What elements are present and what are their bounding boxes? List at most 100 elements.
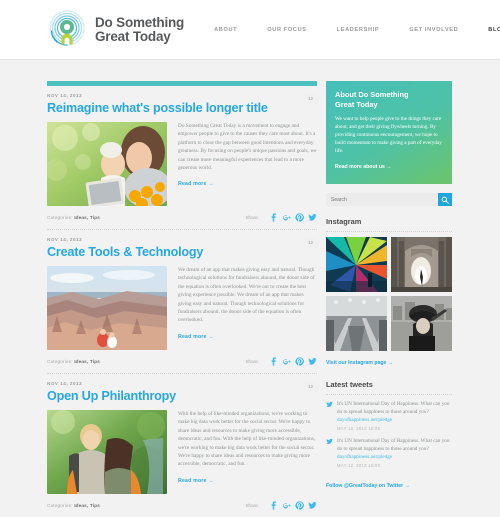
sidebar: About Do Something Great Today We want t… <box>326 60 452 517</box>
read-more-link[interactable]: Read more → <box>178 334 214 340</box>
post-date: NOV 14, 2013 <box>47 381 83 386</box>
post-item: NOV 14, 2013 12 Reimagine what's possibl… <box>47 86 317 230</box>
tweet-link[interactable]: dayofhappiness.net/pledge <box>337 454 392 460</box>
tweets-heading: Latest tweets <box>326 380 373 389</box>
post-date: NOV 14, 2013 <box>47 237 83 242</box>
share-group: Share: <box>245 357 317 366</box>
nav-item-our-focus[interactable]: OUR FOCUS <box>267 27 306 33</box>
instagram-photo[interactable] <box>326 296 387 351</box>
post-categories: Categories: Ideas, Tips <box>47 359 100 364</box>
post-excerpt: We dream of an app that makes giving eas… <box>178 267 315 324</box>
twitter-icon <box>326 438 333 444</box>
logo-line-1: Do Something <box>95 14 185 30</box>
tweet-timestamp: MAY 12, 2013 16:05 <box>337 426 381 431</box>
twitter-icon <box>326 401 333 407</box>
logo-mark-icon <box>47 9 87 50</box>
comment-count-badge[interactable]: 12 <box>304 381 317 394</box>
post-meta: Categories: Ideas, Tips Share: <box>47 501 317 510</box>
share-group: Share: <box>245 501 317 510</box>
categories-label: Categories: <box>47 503 73 508</box>
search-input[interactable] <box>326 193 438 206</box>
share-label: Share: <box>245 359 259 364</box>
post-copy: We dream of an app that makes giving eas… <box>178 266 317 350</box>
twitter-follow-link[interactable]: Follow @GreatToday on Twitter → <box>326 483 410 489</box>
post-copy: Do Something Great Today is a movement t… <box>178 122 317 206</box>
post-copy: With the help of like-minded organizatio… <box>178 410 317 494</box>
post-thumbnail[interactable] <box>47 410 167 494</box>
tweet-body: It's UN International Day of Happiness. … <box>337 401 450 415</box>
search-button[interactable] <box>438 193 452 206</box>
post-meta: Categories: Ideas, Tips Share: <box>47 213 317 222</box>
instagram-photo[interactable] <box>391 296 452 351</box>
comment-count-badge[interactable]: 12 <box>304 93 317 106</box>
share-group: Share: <box>245 213 317 222</box>
pinterest-icon[interactable] <box>295 213 304 222</box>
tweet-text: It's UN International Day of Happiness. … <box>337 437 452 461</box>
logo-line-2: Great Today <box>95 28 171 44</box>
main-nav: ABOUT OUR FOCUS LEADERSHIP GET INVOLVED … <box>214 27 500 33</box>
facebook-icon[interactable] <box>269 213 278 222</box>
about-widget: About Do Something Great Today We want t… <box>326 81 452 184</box>
post-item: NOV 14, 2013 12 Open Up Philanthropy Wit… <box>47 374 317 517</box>
about-text: We want to help people give to the thing… <box>335 116 442 154</box>
twitter-icon[interactable] <box>308 501 317 510</box>
post-thumbnail[interactable] <box>47 122 167 206</box>
nav-item-about[interactable]: ABOUT <box>214 27 237 33</box>
nav-item-blog[interactable]: BLOG <box>488 27 500 33</box>
tweet-timestamp: MAY 12, 2013 16:05 <box>337 463 381 468</box>
post-categories: Categories: Ideas, Tips <box>47 503 100 508</box>
post-title[interactable]: Create Tools & Technology <box>47 245 317 259</box>
categories-label: Categories: <box>47 359 73 364</box>
facebook-icon[interactable] <box>269 357 278 366</box>
google-plus-icon[interactable] <box>282 357 291 366</box>
google-plus-icon[interactable] <box>282 501 291 510</box>
page-content: NOV 14, 2013 12 Reimagine what's possibl… <box>0 60 500 517</box>
google-plus-icon[interactable] <box>282 213 291 222</box>
categories-value[interactable]: Ideas, Tips <box>74 215 100 220</box>
post-date: NOV 14, 2013 <box>47 93 83 98</box>
site-logo[interactable]: Do Something Great Today <box>47 9 185 50</box>
about-title-line-1: About Do Something <box>335 90 409 99</box>
comment-count-badge[interactable]: 12 <box>304 237 317 250</box>
tweet-item: It's UN International Day of Happiness. … <box>326 437 452 468</box>
twitter-icon[interactable] <box>308 357 317 366</box>
post-meta: Categories: Ideas, Tips Share: <box>47 357 317 366</box>
about-title: About Do Something Great Today <box>335 90 443 109</box>
instagram-link[interactable]: Visit our Instagram page → <box>326 360 393 366</box>
read-more-link[interactable]: Read more → <box>178 478 214 484</box>
facebook-icon[interactable] <box>269 501 278 510</box>
about-title-line-2: Great Today <box>335 99 378 109</box>
twitter-icon[interactable] <box>308 213 317 222</box>
post-title[interactable]: Reimagine what's possible longer title <box>47 101 317 115</box>
nav-item-leadership[interactable]: LEADERSHIP <box>337 27 380 33</box>
share-label: Share: <box>245 215 259 220</box>
divider <box>326 394 452 395</box>
post-excerpt: With the help of like-minded organizatio… <box>178 411 316 468</box>
instagram-photo[interactable] <box>326 237 387 292</box>
search-icon <box>441 196 449 204</box>
about-read-more-link[interactable]: Read more about us → <box>335 164 392 170</box>
categories-label: Categories: <box>47 215 73 220</box>
page-root: Do Something Great Today ABOUT OUR FOCUS… <box>0 0 500 510</box>
main-column: NOV 14, 2013 12 Reimagine what's possibl… <box>47 60 317 517</box>
read-more-link[interactable]: Read more → <box>178 181 214 187</box>
instagram-grid <box>326 237 452 351</box>
instagram-heading: Instagram <box>326 217 362 226</box>
nav-item-get-involved[interactable]: GET INVOLVED <box>409 27 458 33</box>
tweet-item: It's UN International Day of Happiness. … <box>326 400 452 431</box>
site-header: Do Something Great Today ABOUT OUR FOCUS… <box>0 0 500 60</box>
logo-wordmark: Do Something Great Today <box>95 14 185 44</box>
tweet-text: It's UN International Day of Happiness. … <box>337 400 452 424</box>
post-thumbnail[interactable] <box>47 266 167 350</box>
instagram-photo[interactable] <box>391 237 452 292</box>
tweet-body: It's UN International Day of Happiness. … <box>337 438 450 452</box>
categories-value[interactable]: Ideas, Tips <box>74 503 100 508</box>
post-title[interactable]: Open Up Philanthropy <box>47 389 317 403</box>
search-widget <box>326 193 452 206</box>
divider <box>326 231 452 232</box>
pinterest-icon[interactable] <box>295 357 304 366</box>
post-excerpt: Do Something Great Today is a movement t… <box>178 123 317 172</box>
categories-value[interactable]: Ideas, Tips <box>74 359 100 364</box>
pinterest-icon[interactable] <box>295 501 304 510</box>
tweet-link[interactable]: dayofhappiness.net/pledge <box>337 417 392 423</box>
